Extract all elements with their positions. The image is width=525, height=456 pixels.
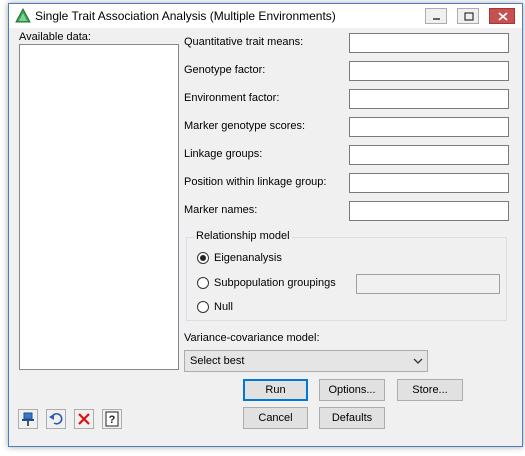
app-icon xyxy=(15,8,31,23)
title-bar: Single Trait Association Analysis (Multi… xyxy=(9,4,522,28)
maximize-button[interactable] xyxy=(457,8,479,24)
marker-names-label: Marker names: xyxy=(184,204,258,216)
trait-means-label: Quantitative trait means: xyxy=(184,36,304,48)
store-button[interactable]: Store... xyxy=(397,379,463,401)
pin-button[interactable] xyxy=(18,409,38,429)
help-icon: ? xyxy=(105,411,119,427)
dialog-window: Single Trait Association Analysis (Multi… xyxy=(8,3,523,447)
close-icon xyxy=(498,12,508,21)
chevron-down-icon xyxy=(413,358,423,364)
pin-icon xyxy=(22,412,34,426)
variance-model-label: Variance-covariance model: xyxy=(184,332,320,344)
help-button[interactable]: ? xyxy=(102,409,122,429)
genotype-factor-label: Genotype factor: xyxy=(184,64,266,76)
subpopulation-label: Subpopulation groupings xyxy=(214,277,336,289)
radio-selected-dot xyxy=(200,255,206,261)
undo-icon xyxy=(49,413,63,425)
variance-model-value: Select best xyxy=(190,355,245,367)
eigenanalysis-radio[interactable] xyxy=(197,252,209,264)
eigenanalysis-label: Eigenanalysis xyxy=(214,252,282,264)
subpopulation-field xyxy=(356,274,500,294)
linkage-groups-label: Linkage groups: xyxy=(184,148,263,160)
marker-scores-field[interactable] xyxy=(349,117,509,137)
position-field[interactable] xyxy=(349,173,509,193)
subpopulation-radio[interactable] xyxy=(197,277,209,289)
marker-names-field[interactable] xyxy=(349,201,509,221)
null-radio[interactable] xyxy=(197,301,209,313)
svg-text:?: ? xyxy=(109,414,116,426)
minimize-icon xyxy=(433,18,440,20)
available-data-list[interactable] xyxy=(19,44,179,370)
relationship-model-title: Relationship model xyxy=(194,230,292,242)
window-title: Single Trait Association Analysis (Multi… xyxy=(35,9,336,23)
environment-factor-field[interactable] xyxy=(349,89,509,109)
undo-button[interactable] xyxy=(46,409,66,429)
options-button[interactable]: Options... xyxy=(319,379,385,401)
maximize-icon xyxy=(464,12,474,21)
available-data-label: Available data: xyxy=(19,31,91,43)
marker-scores-label: Marker genotype scores: xyxy=(184,120,306,132)
position-label: Position within linkage group: xyxy=(184,176,327,188)
cancel-button[interactable]: Cancel xyxy=(243,407,308,429)
linkage-groups-field[interactable] xyxy=(349,145,509,165)
minimize-button[interactable] xyxy=(425,8,447,24)
run-button[interactable]: Run xyxy=(243,379,308,401)
null-label: Null xyxy=(214,301,233,313)
trait-means-field[interactable] xyxy=(349,33,509,53)
genotype-factor-field[interactable] xyxy=(349,61,509,81)
environment-factor-label: Environment factor: xyxy=(184,92,280,104)
clear-icon xyxy=(78,413,90,425)
defaults-button[interactable]: Defaults xyxy=(319,407,385,429)
variance-model-select[interactable]: Select best xyxy=(184,350,428,372)
close-button[interactable] xyxy=(489,8,515,24)
clear-button[interactable] xyxy=(74,409,94,429)
